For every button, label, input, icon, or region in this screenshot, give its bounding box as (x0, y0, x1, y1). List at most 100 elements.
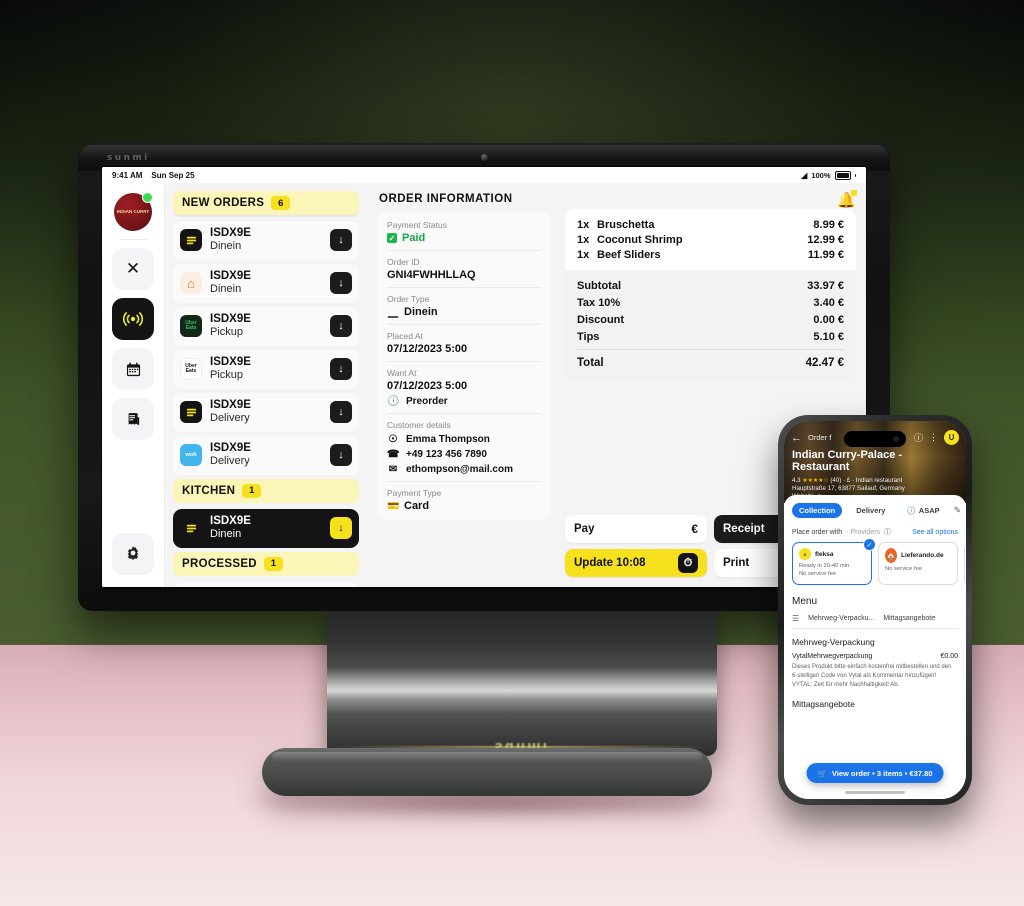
download-arrow-icon[interactable]: ↓ (330, 517, 352, 540)
download-arrow-icon[interactable]: ↓ (330, 315, 352, 338)
review-count: (40) (830, 477, 842, 484)
menu-tab-0[interactable]: Mehrweg-Verpacku... (808, 615, 874, 622)
pay-label: Pay (574, 523, 595, 535)
uber-dark-channel-icon: Uber Eats (180, 315, 202, 338)
smartphone: ← Order f ⓘ ⋮ U Indian Curry-Palace - Re… (778, 415, 972, 805)
total-label: Subtotal (577, 279, 621, 292)
customer-details-block: Customer details ☉ Emma Thompson ☎ +49 1… (387, 414, 541, 482)
pos-status-bar: 9:41 AM Sun Sep 25 ◢ 100% (102, 167, 866, 183)
sidebar-item-reports[interactable] (112, 398, 154, 440)
order-type-row: ⎽ Dinein (387, 306, 541, 318)
receipt-label: Receipt (723, 523, 765, 535)
sidebar-item-live-orders[interactable] (112, 298, 154, 340)
customer-phone: +49 123 456 7890 (406, 449, 487, 460)
provider-card-lieferando[interactable]: 🏠 Lieferando.de No service fee (878, 542, 958, 585)
order-section-title: KITCHEN (182, 484, 236, 497)
check-circle-icon: ✓ (863, 538, 876, 551)
clock-icon: 🕔 (387, 396, 400, 407)
want-at-label: Want At (387, 368, 417, 378)
order-list-item[interactable]: ISDX9E Dinein ↓ (173, 508, 359, 548)
provider-name: Lieferando.de (901, 552, 944, 559)
restaurant-header: Indian Curry-Palace - Restaurant 4.3 ★★★… (792, 449, 958, 500)
wolt-channel-icon: wolt (180, 444, 202, 467)
list-icon[interactable]: ☰ (792, 614, 799, 623)
provider-card-more[interactable]: i (964, 542, 966, 585)
order-list-item[interactable]: ISDX9E Delivery ↓ (173, 392, 359, 432)
order-list-item[interactable]: ISDX9E Dinein ↓ (173, 221, 359, 260)
order-id: ISDX9E (210, 355, 251, 368)
provider-name: fleksa (815, 550, 834, 558)
customer-phone-row[interactable]: ☎ +49 123 456 7890 (387, 449, 541, 460)
bill-line-item: 1x Beef Sliders 11.99 € (577, 247, 844, 262)
order-list-item[interactable]: Uber Eats ISDX9E Pickup ↓ (173, 306, 359, 346)
tab-collection[interactable]: Collection (792, 503, 843, 518)
download-arrow-icon[interactable]: ↓ (330, 358, 352, 381)
avatar[interactable]: U (944, 430, 959, 445)
payment-status-label: Payment Status (387, 220, 448, 230)
tab-asap[interactable]: 🕔 ASAP (899, 503, 946, 518)
menu-tab-1[interactable]: Mittagsangebote (883, 615, 935, 622)
download-arrow-icon[interactable]: ↓ (330, 229, 352, 252)
preorder-row: 🕔 Preorder (387, 396, 541, 407)
bill-total-row: Discount 0.00 € (577, 311, 844, 328)
status-date: Sun Sep 25 (151, 170, 195, 180)
price-level: £ (846, 477, 851, 484)
order-list-item[interactable]: ⌂ ISDX9E Dinein ↓ (173, 263, 359, 303)
order-information-card: Payment Status ✓ Paid Order ID GNI4FWHHL… (377, 212, 551, 520)
info-icon[interactable]: ⓘ (884, 527, 891, 537)
lieferando-logo-icon: 🏠 (885, 548, 897, 563)
download-arrow-icon[interactable]: ↓ (330, 401, 352, 424)
pencil-icon[interactable]: ✎ (954, 505, 962, 516)
order-section-count: 1 (263, 556, 283, 571)
order-list-item[interactable]: Uber Eats ISDX9E Pickup ↓ (173, 349, 359, 389)
sidebar-item-reservations[interactable] (112, 348, 154, 390)
pay-button[interactable]: Pay € (565, 515, 707, 543)
product-scene: sunmi sunmi 9:41 AM Sun Sep 25 ◢ 100% IN… (0, 0, 1024, 906)
back-arrow-icon[interactable]: ← (791, 432, 802, 444)
rating-stars-icon: ★★★★☆ (802, 477, 829, 484)
order-id-label: Order ID (387, 257, 420, 267)
provider-top: 🏠 Lieferando.de (885, 548, 951, 563)
sidebar-divider (119, 239, 147, 240)
restaurant-name: Indian Curry-Palace - Restaurant (792, 448, 903, 474)
sidebar-item-settings[interactable] (112, 533, 154, 575)
provider-card-fleksa[interactable]: ✓ fl fleksa Ready in 20-40 min No servic… (792, 538, 876, 585)
download-arrow-icon[interactable]: ↓ (330, 272, 352, 295)
order-section-title: NEW ORDERS (182, 197, 265, 209)
bill-items: 1x Bruschetta 8.99 € 1x Coconut Shrimp 12.99 … (565, 209, 856, 270)
overflow-menu-icon[interactable]: ⋮ (929, 432, 938, 443)
order-section-title: PROCESSED (182, 557, 257, 570)
grand-total-value: 42.47 € (805, 357, 844, 369)
fleksa-logo-icon: fl (799, 548, 811, 560)
order-list-item[interactable]: wolt ISDX9E Delivery ↓ (173, 435, 359, 475)
sidebar-item-restaurant[interactable]: ✕ (112, 248, 154, 290)
order-section-header: KITCHEN 1 (173, 478, 359, 503)
menu-category-title-2: Mittagsangebote (792, 698, 855, 709)
order-section-count: 1 (242, 483, 262, 498)
see-all-options-link[interactable]: See all options (912, 529, 958, 536)
view-order-label: View order • 3 items • €37.80 (831, 768, 933, 778)
total-value: 3.40 € (813, 296, 844, 309)
menu-heading: Menu (792, 595, 818, 607)
payment-type-label: Payment Type (387, 488, 442, 498)
notifications-button[interactable]: 🔔 (837, 190, 857, 210)
view-order-button[interactable]: 🛒 View order • 3 items • €37.80 (806, 763, 944, 783)
bill-total-row: Tax 10% 3.40 € (577, 294, 844, 311)
order-section-header: NEW ORDERS 6 (173, 191, 359, 215)
update-time-button[interactable]: Update 10:08 ⏱ (565, 549, 707, 577)
item-qty: 1x (577, 248, 590, 261)
order-item-info: ISDX9E Delivery (210, 442, 322, 469)
order-queue-list[interactable]: NEW ORDERS 6 ISDX9E Dinein ↓ ⌂ ISDX9E Dinein ↓ Ub… (165, 183, 367, 587)
phone-icon: ☎ (387, 449, 400, 460)
download-arrow-icon[interactable]: ↓ (330, 444, 352, 467)
restaurant-address: Hauptstraße 17, 63877 Sailauf, Germany (792, 485, 905, 492)
provider-details: Ready in 20-40 min No service fee (799, 563, 865, 579)
table-icon: ⎽ (388, 306, 398, 318)
menu-item[interactable]: VytalMehrwegverpackung €0.00 Dieses Prod… (792, 653, 958, 690)
order-type-label: Order Type (387, 294, 430, 304)
info-icon[interactable]: ⓘ (914, 431, 923, 444)
tab-delivery[interactable]: Delivery (849, 503, 892, 518)
order-item-info: ISDX9E Dinein (210, 227, 322, 254)
order-type: Dinein (210, 528, 242, 541)
customer-email-row[interactable]: ✉ ethompson@mail.com (387, 464, 541, 475)
